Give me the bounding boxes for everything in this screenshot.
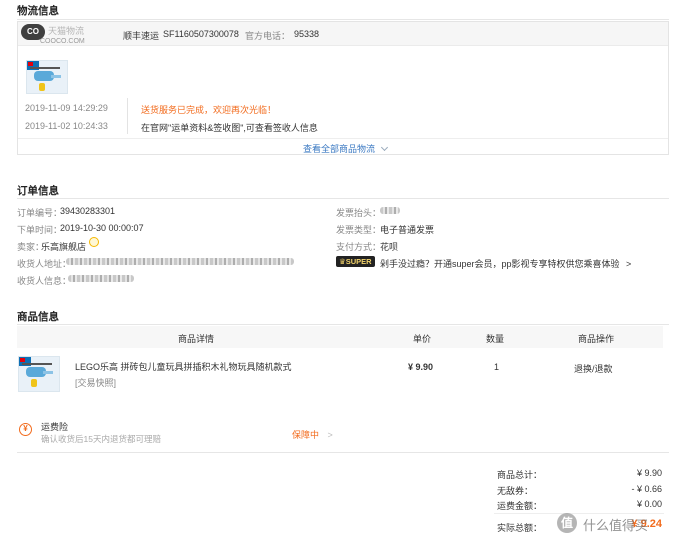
product-thumbnail[interactable] — [18, 356, 60, 392]
chevron-down-icon — [380, 143, 388, 152]
products-table-header — [17, 326, 663, 348]
summary-label-1: 商品总计： — [497, 470, 543, 480]
address-redacted — [66, 258, 294, 265]
view-all-logistics-link[interactable]: 查看全部商品物流 — [303, 142, 388, 155]
order-section-title: 订单信息 — [17, 185, 59, 197]
summary-label-2: 无敌券： — [497, 486, 534, 496]
super-promo-text: 剁手没过瘾？开通super会员，pp影视专享特权供您乘喜体验 — [380, 259, 620, 269]
insurance-arrow: > — [327, 430, 333, 440]
invoice-title-label: 发票抬头： — [336, 208, 382, 218]
invoice-type-label: 发票类型： — [336, 225, 382, 235]
event-text-2: 在官网"运单资料&签收图",可查看签收人信息 — [141, 123, 318, 133]
header-action: 商品操作 — [578, 334, 615, 344]
carrier-masked: 天猫物流 — [48, 26, 85, 36]
event-time-1: 2019-11-09 14:29:29 — [25, 103, 108, 113]
carrier-name: 顺丰速运 — [123, 31, 160, 41]
table-row — [17, 348, 663, 400]
order-no-label: 订单编号： — [17, 208, 63, 218]
chat-icon[interactable] — [89, 237, 99, 247]
super-promo-link[interactable]: 剁手没过瘾？开通super会员，pp影视专享特权供您乘喜体验 > — [380, 257, 631, 270]
timeline-line — [127, 98, 128, 134]
invoice-type: 电子普通发票 — [380, 225, 435, 235]
header-price: 单价 — [413, 334, 432, 344]
watermark-text: 什么值得买 — [583, 518, 649, 533]
summary-value-2: - ¥ 0.66 — [631, 484, 662, 494]
summary-value-1: ¥ 9.90 — [636, 468, 662, 478]
insurance-status-link[interactable]: 保障中 > — [292, 428, 333, 441]
invoice-title-redacted — [380, 207, 400, 214]
crown-icon: ♛ — [339, 257, 346, 266]
event-text-1: 送货服务已完成，欢迎再次光临！ — [141, 105, 277, 115]
super-badge: ♛SUPER — [336, 256, 375, 267]
view-all-label: 查看全部商品物流 — [303, 144, 376, 154]
super-promo-arrow: > — [626, 259, 632, 269]
order-time: 2019-10-30 00:00:07 — [60, 223, 144, 233]
address-label: 收货人地址： — [17, 259, 72, 269]
logistics-section-title: 物流信息 — [17, 5, 59, 17]
phone-label: 官方电话： — [245, 31, 291, 41]
payment-method: 花呗 — [380, 242, 399, 252]
payment-label: 支付方式： — [336, 242, 382, 252]
summary-value-3: ¥ 0.00 — [636, 499, 662, 509]
seller-label: 卖家： — [17, 242, 45, 252]
products-section-title: 商品信息 — [17, 311, 59, 323]
receiver-label: 收货人信息： — [17, 276, 72, 286]
summary-label-3: 运费金额： — [497, 501, 543, 511]
refund-button[interactable]: 退换/退款 — [574, 362, 613, 375]
smzdm-logo-icon: 值 — [557, 513, 577, 533]
order-no: 39430283301 — [60, 206, 116, 216]
watermark-site: COOCO.COM — [40, 38, 85, 45]
phone-number: 95338 — [294, 29, 320, 39]
insurance-status: 保障中 — [292, 430, 320, 440]
order-time-label: 下单时间： — [17, 225, 63, 235]
product-qty: 1 — [494, 362, 500, 372]
header-detail: 商品详情 — [178, 334, 215, 344]
total-label: 实际总额： — [497, 523, 543, 533]
product-name-link[interactable]: LEGO乐高 拼砖包儿童玩具拼插积木礼物玩具随机款式 — [75, 360, 292, 373]
event-time-2: 2019-11-02 10:24:33 — [25, 121, 108, 131]
insurance-icon: ¥ — [19, 423, 32, 436]
insurance-title: 运费险 — [41, 422, 69, 432]
seller-name[interactable]: 乐高旗舰店 — [41, 240, 86, 253]
snapshot-link[interactable]: [交易快照] — [75, 376, 116, 389]
super-badge-label: SUPER — [345, 257, 372, 266]
logistics-header — [18, 22, 668, 46]
receiver-redacted — [68, 275, 134, 282]
logistics-product-thumbnail[interactable] — [26, 60, 68, 94]
tracking-number: SF1160507300078 — [163, 29, 239, 39]
insurance-desc: 确认收货后15天内退货都可理赔 — [41, 434, 161, 444]
product-price: ¥ 9.90 — [408, 362, 434, 372]
header-qty: 数量 — [486, 334, 505, 344]
